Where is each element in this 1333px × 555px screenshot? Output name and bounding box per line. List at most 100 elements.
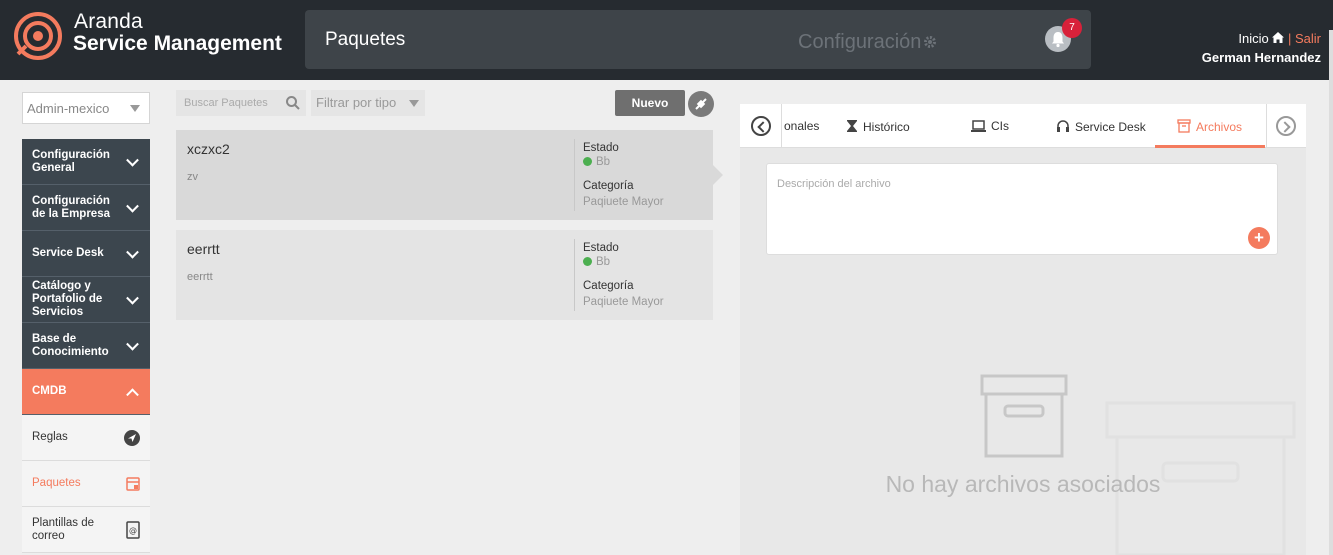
category-label: Categoría	[583, 280, 634, 292]
sidebar-item-configuracion-general[interactable]: Configuración General	[22, 139, 150, 185]
email-template-icon: @	[126, 520, 140, 539]
brand-name: Aranda	[74, 10, 143, 33]
empty-state-message: No hay archivos asociados	[885, 471, 1161, 497]
sidebar-subitem-paquetes[interactable]: Paquetes	[22, 461, 150, 507]
sidebar-item-label: CMDB	[32, 385, 67, 397]
package-icon	[126, 476, 140, 491]
tab-archivos[interactable]: Archivos	[1177, 119, 1242, 134]
page-scrollbar[interactable]	[1329, 30, 1333, 555]
package-name: xczxc2	[187, 141, 230, 157]
tabs-next-button[interactable]	[1276, 116, 1296, 136]
active-tab-indicator	[1155, 145, 1265, 148]
caret-down-icon	[130, 105, 140, 112]
plug-icon	[695, 98, 707, 110]
search-icon	[286, 96, 300, 110]
status-text: Bb	[596, 256, 611, 268]
chevron-down-icon	[126, 245, 139, 259]
sidebar-subitem-label: Reglas	[32, 431, 68, 443]
detail-tabs: onales Histórico CIs Service Desk Archiv…	[740, 104, 1306, 148]
tab-separator	[781, 104, 782, 148]
tenant-select[interactable]: Admin-mexico	[22, 92, 150, 124]
sidebar-item-catalogo[interactable]: Catálogo y Portafolio de Servicios	[22, 277, 150, 323]
top-header: Aranda Service Management Paquetes Confi…	[0, 0, 1333, 80]
sidebar-item-label: Service Desk	[32, 247, 104, 259]
search-input[interactable]: Buscar Paquetes	[176, 90, 306, 116]
tab-adicionales[interactable]: onales	[784, 119, 819, 133]
status-dot	[583, 257, 592, 266]
tab-label: CIs	[991, 119, 1009, 133]
sidebar-item-label: Configuración General	[32, 148, 110, 174]
header-separator: |	[1287, 31, 1292, 46]
status-value: Bb	[583, 256, 610, 268]
gear-icon	[924, 36, 937, 48]
sidebar-subitem-label: Paquetes	[32, 477, 81, 489]
file-description-field[interactable]: Descripción del archivo +	[766, 163, 1278, 255]
type-filter-select[interactable]: Filtrar por tipo	[311, 90, 425, 116]
computer-icon	[971, 120, 986, 132]
chevron-down-icon	[126, 199, 139, 213]
category-label: Categoría	[583, 180, 634, 192]
notification-badge: 7	[1062, 18, 1082, 38]
search-placeholder: Buscar Paquetes	[184, 97, 268, 109]
user-name: German Hernandez	[1201, 50, 1321, 65]
tab-label: Histórico	[863, 120, 910, 134]
sidebar-item-base-conocimiento[interactable]: Base de Conocimiento	[22, 323, 150, 369]
detail-panel: onales Histórico CIs Service Desk Archiv…	[740, 104, 1306, 555]
chevron-down-icon	[126, 153, 139, 167]
category-value: Paqiuete Mayor	[583, 296, 664, 308]
sidebar-item-service-desk[interactable]: Service Desk	[22, 231, 150, 277]
package-card[interactable]: xczxc2 zv Estado Bb Categoría Paqiuete M…	[176, 130, 723, 220]
card-divider	[574, 239, 575, 311]
tab-cis[interactable]: CIs	[971, 119, 1009, 133]
caret-down-icon	[409, 100, 419, 107]
tab-service-desk[interactable]: Service Desk	[1056, 119, 1146, 134]
sidebar-menu: Configuración General Configuración de l…	[22, 139, 150, 553]
home-label: Inicio	[1238, 31, 1269, 46]
status-label: Estado	[583, 142, 619, 154]
package-card[interactable]: eerrtt eerrtt Estado Bb Categoría Paqiue…	[176, 230, 713, 320]
file-description-placeholder: Descripción del archivo	[777, 178, 891, 190]
tabs-prev-button[interactable]	[751, 116, 771, 136]
package-description: eerrtt	[187, 271, 213, 283]
configuration-link[interactable]: Configuración	[798, 31, 937, 54]
package-description: zv	[187, 171, 198, 183]
sidebar-item-configuracion-empresa[interactable]: Configuración de la Empresa	[22, 185, 150, 231]
plugin-button[interactable]	[688, 91, 714, 117]
tab-label: Service Desk	[1075, 120, 1146, 134]
sidebar-subitem-plantillas[interactable]: Plantillas de correo @	[22, 507, 150, 553]
status-label: Estado	[583, 242, 619, 254]
tab-label: onales	[784, 119, 820, 133]
add-file-button[interactable]: +	[1248, 227, 1270, 249]
aranda-logo-icon	[14, 12, 62, 60]
sidebar-item-label: Configuración de la Empresa	[32, 194, 110, 220]
chevron-down-icon	[126, 291, 139, 305]
sidebar-item-label: Catálogo y Portafolio de Servicios	[32, 280, 103, 318]
chevron-down-icon	[126, 337, 139, 351]
new-button[interactable]: Nuevo	[615, 90, 685, 116]
filter-label: Filtrar por tipo	[316, 95, 397, 110]
sidebar-item-cmdb[interactable]: CMDB	[22, 369, 150, 415]
page-title: Paquetes	[325, 29, 406, 50]
package-name: eerrtt	[187, 241, 220, 257]
sidebar-subitem-label: Plantillas de correo	[32, 516, 95, 542]
tab-historico[interactable]: Histórico	[846, 119, 910, 134]
home-link[interactable]: Inicio	[1238, 31, 1285, 46]
selected-arrow	[713, 165, 723, 185]
archive-icon	[1177, 119, 1191, 133]
header-bar: Paquetes Configuración 7	[305, 10, 1091, 69]
user-links: Inicio | Salir	[1238, 31, 1321, 46]
sidebar-subitem-reglas[interactable]: Reglas	[22, 415, 150, 461]
tab-label: Archivos	[1196, 120, 1243, 134]
configuration-label: Configuración	[798, 31, 922, 53]
brand-product: Service Management	[73, 32, 282, 55]
compass-icon	[124, 429, 140, 446]
status-dot	[583, 157, 592, 166]
card-divider	[574, 139, 575, 211]
category-value: Paqiuete Mayor	[583, 196, 664, 208]
headset-icon	[1057, 120, 1069, 132]
tab-separator	[1266, 104, 1267, 148]
sidebar-item-label: Base de Conocimiento	[32, 332, 109, 358]
svg-text:@: @	[129, 526, 137, 535]
logout-link[interactable]: Salir	[1295, 31, 1321, 46]
status-value: Bb	[583, 156, 610, 168]
